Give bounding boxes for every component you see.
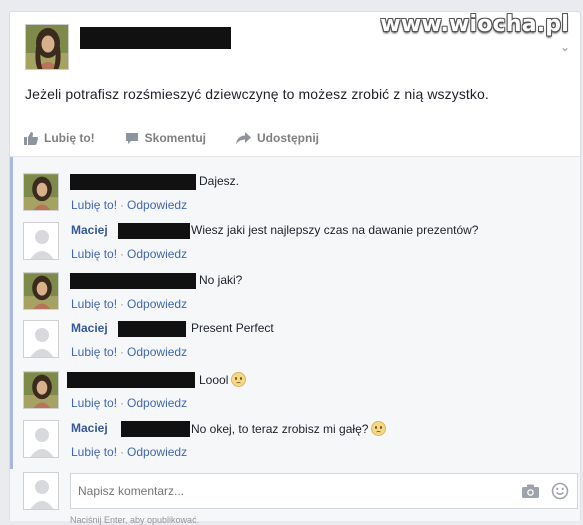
share-label: Udostępnij <box>257 131 319 145</box>
comment-author[interactable]: Maciej <box>71 321 108 335</box>
comment-actions: Lubię to! · Odpowiedz <box>71 247 187 261</box>
avatar[interactable] <box>25 24 69 70</box>
comment-like-link[interactable]: Lubię to! <box>71 297 117 311</box>
comment-composer[interactable] <box>70 473 578 509</box>
redacted-name <box>70 174 196 190</box>
comment-text: Present Perfect <box>191 321 274 335</box>
comment-icon <box>125 132 138 144</box>
comment-actions: Lubię to! · Odpowiedz <box>71 396 187 410</box>
comment-author[interactable]: Maciej <box>71 421 108 435</box>
smiley-icon <box>371 421 387 436</box>
comment: Maciej Wiesz jaki jest najlepszy czas na… <box>23 219 563 265</box>
comment-text-body: No okej, to teraz zrobisz mi gałę? <box>191 422 369 436</box>
avatar <box>23 472 59 510</box>
comments-section: Dajesz. Lubię to! · Odpowiedz Maciej Wiesz… <box>10 156 580 525</box>
redacted-name <box>70 273 196 289</box>
share-icon <box>236 131 251 144</box>
avatar[interactable] <box>23 222 59 260</box>
redacted-name <box>118 223 190 239</box>
comment-reply-link[interactable]: Odpowiedz <box>127 345 187 359</box>
avatar[interactable] <box>23 173 59 211</box>
separator: · <box>120 198 125 212</box>
redacted-name <box>67 372 195 388</box>
comment-author[interactable]: Maciej <box>71 223 108 237</box>
redacted-name <box>118 321 186 337</box>
comment-input[interactable] <box>78 484 458 498</box>
redacted-name <box>121 421 190 437</box>
comment-reply-link[interactable]: Odpowiedz <box>127 198 187 212</box>
comment: Loool Lubię to! · Odpowiedz <box>23 368 563 414</box>
chevron-down-icon[interactable]: ⌄ <box>560 40 570 54</box>
comment-text: Dajesz. <box>199 174 240 188</box>
comment-reply-link[interactable]: Odpowiedz <box>127 396 187 410</box>
redacted-name <box>80 27 231 49</box>
comments-thread-bar <box>10 157 13 469</box>
comment-text-body: Loool <box>199 373 229 387</box>
post-actions: Lubię to! Skomentuj Udostępnij <box>24 127 349 149</box>
comment-button[interactable]: Skomentuj <box>125 131 206 145</box>
comment-like-link[interactable]: Lubię to! <box>71 247 117 261</box>
comment-like-link[interactable]: Lubię to! <box>71 445 117 459</box>
watermark: www.wiocha.pl <box>380 12 569 37</box>
share-button[interactable]: Udostępnij <box>236 131 319 145</box>
comment-label: Skomentuj <box>144 131 206 145</box>
comment-like-link[interactable]: Lubię to! <box>71 396 117 410</box>
separator: · <box>120 345 125 359</box>
comment-like-link[interactable]: Lubię to! <box>71 198 117 212</box>
like-button[interactable]: Lubię to! <box>24 131 95 145</box>
comment-reply-link[interactable]: Odpowiedz <box>127 297 187 311</box>
post-card: ⌄ Jeżeli potrafisz rozśmieszyć dziewczyn… <box>9 11 581 525</box>
comment-text: Wiesz jaki jest najlepszy czas na dawani… <box>191 223 479 237</box>
avatar[interactable] <box>23 272 59 310</box>
comment-text: No okej, to teraz zrobisz mi gałę? <box>191 421 387 436</box>
comment-text: No jaki? <box>199 273 243 287</box>
separator: · <box>120 445 125 459</box>
separator: · <box>120 297 125 311</box>
composer-hint: Naciśnij Enter, aby opublikować. <box>70 515 200 525</box>
comment-actions: Lubię to! · Odpowiedz <box>71 345 187 359</box>
comment: No jaki? Lubię to! · Odpowiedz <box>23 269 563 315</box>
comment-reply-link[interactable]: Odpowiedz <box>127 445 187 459</box>
avatar[interactable] <box>23 420 59 458</box>
comment: Maciej No okej, to teraz zrobisz mi gałę… <box>23 417 563 463</box>
comment-like-link[interactable]: Lubię to! <box>71 345 117 359</box>
separator: · <box>120 396 125 410</box>
comment: Maciej Present Perfect Lubię to! · Odpowie… <box>23 317 563 363</box>
camera-icon[interactable] <box>522 484 539 498</box>
comment-actions: Lubię to! · Odpowiedz <box>71 297 187 311</box>
separator: · <box>120 247 125 261</box>
avatar[interactable] <box>23 371 59 409</box>
comment-actions: Lubię to! · Odpowiedz <box>71 445 187 459</box>
comment-text: Loool <box>199 372 247 387</box>
thumbs-up-icon <box>24 131 38 145</box>
comment: Dajesz. Lubię to! · Odpowiedz <box>23 170 563 216</box>
avatar[interactable] <box>23 320 59 358</box>
smiley-icon <box>231 372 247 387</box>
comment-actions: Lubię to! · Odpowiedz <box>71 198 187 212</box>
like-label: Lubię to! <box>44 131 95 145</box>
page: www.wiocha.pl ⌄ Jeżeli potrafisz rozśmie… <box>0 0 583 525</box>
smiley-icon[interactable] <box>551 482 569 500</box>
post-text: Jeżeli potrafisz rozśmieszyć dziewczynę … <box>25 86 489 102</box>
comment-reply-link[interactable]: Odpowiedz <box>127 247 187 261</box>
